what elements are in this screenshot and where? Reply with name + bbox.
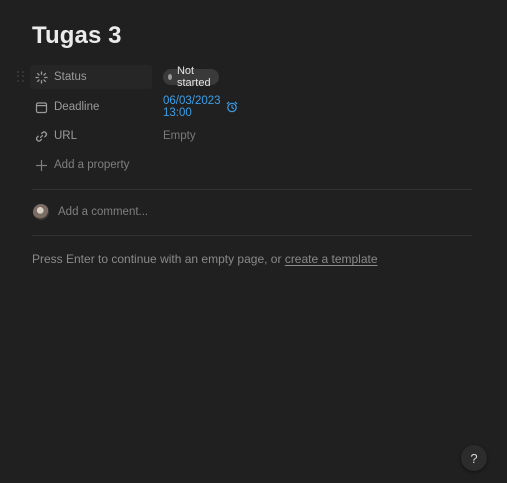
empty-page-hint: Press Enter to continue with an empty pa… [32, 252, 378, 266]
property-label-deadline: Deadline [54, 101, 100, 113]
property-key-url[interactable]: URL [30, 124, 152, 148]
property-key-deadline[interactable]: Deadline [30, 95, 152, 119]
plus-icon [35, 159, 48, 172]
hint-text: Press Enter to continue with an empty pa… [32, 252, 285, 266]
calendar-icon [35, 101, 48, 114]
property-row-deadline: Deadline 06/03/2023 13:00 [30, 95, 237, 119]
deadline-date[interactable]: 06/03/2023 13:00 [163, 95, 221, 119]
divider [32, 235, 472, 236]
comment-input[interactable]: Add a comment... [58, 206, 148, 218]
divider [32, 189, 472, 190]
help-icon: ? [470, 450, 478, 466]
page-title[interactable]: Tugas 3 [32, 22, 122, 50]
status-badge-label: Not started [176, 65, 211, 89]
help-button[interactable]: ? [461, 445, 487, 471]
add-property-key[interactable]: Add a property [30, 153, 152, 177]
link-icon [35, 130, 48, 143]
comment-row[interactable]: Add a comment... [33, 204, 148, 220]
status-badge[interactable]: Not started [163, 65, 219, 89]
drag-handle-icon[interactable] [17, 71, 25, 83]
add-property-label: Add a property [54, 159, 130, 171]
property-label-status: Status [54, 71, 87, 83]
status-spinner-icon [35, 70, 48, 84]
add-property-button[interactable]: Add a property [30, 153, 152, 177]
property-value-status[interactable]: Not started [163, 65, 219, 89]
create-template-link[interactable]: create a template [285, 252, 378, 266]
property-value-deadline[interactable]: 06/03/2023 13:00 [163, 95, 238, 119]
property-row-status: Status Not started [17, 65, 219, 89]
alarm-clock-icon[interactable] [226, 101, 238, 113]
status-dot-icon [168, 74, 172, 80]
page: Tugas 3 Status Not started Deadline 06/0… [0, 0, 507, 483]
avatar [33, 204, 49, 220]
property-row-url: URL Empty [30, 124, 196, 148]
property-label-url: URL [54, 130, 78, 142]
url-empty-placeholder[interactable]: Empty [163, 130, 196, 142]
property-value-url[interactable]: Empty [163, 130, 196, 142]
property-key-status[interactable]: Status [30, 65, 152, 89]
